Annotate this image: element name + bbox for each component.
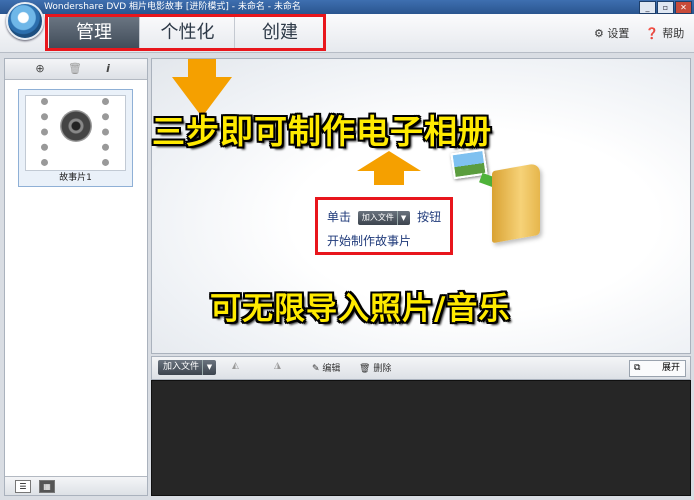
question-icon: ❓ bbox=[645, 27, 659, 40]
view-toggle-bar: ☰ ▦ bbox=[5, 476, 147, 495]
story-toolbar: ⊕ 🗑 i bbox=[5, 59, 147, 80]
folder-icon bbox=[492, 162, 540, 244]
window-title: Wondershare DVD 相片电影故事 [进阶模式] - 未命名 - 未命… bbox=[44, 2, 301, 12]
delete-button[interactable]: 🗑 删除 bbox=[359, 361, 391, 374]
expand-label: 展开 bbox=[662, 363, 681, 373]
instruction-line-2: 开始制作故事片 bbox=[327, 234, 412, 248]
instruction-line-1: 单击 加入文件 ▼ 按钮 bbox=[327, 208, 441, 225]
title-bar: Wondershare DVD 相片电影故事 [进阶模式] - 未命名 - 未命… bbox=[0, 0, 694, 14]
trash-icon: 🗑 bbox=[359, 364, 371, 374]
settings-label: 设置 bbox=[607, 27, 630, 40]
expand-icon: ⧉ bbox=[634, 363, 641, 373]
instruction-box: 单击 加入文件 ▼ 按钮 开始制作故事片 bbox=[315, 197, 453, 255]
dropdown-arrow-icon: ▼ bbox=[396, 211, 406, 225]
headline-bottom: 可无限导入照片/音乐 bbox=[210, 291, 511, 327]
maximize-button[interactable]: ▫ bbox=[657, 1, 674, 14]
settings-link[interactable]: ⚙ 设置 bbox=[594, 25, 629, 41]
arrow-up-icon bbox=[357, 151, 421, 185]
rotate-left-icon[interactable]: ◭ bbox=[232, 361, 239, 371]
window-controls: _ ▫ ✕ bbox=[639, 1, 692, 14]
instruction-prefix: 单击 bbox=[327, 210, 352, 224]
story-label: 故事片1 bbox=[59, 173, 92, 183]
help-label: 帮助 bbox=[662, 27, 685, 40]
expand-button[interactable]: ⧉ 展开 bbox=[629, 360, 686, 377]
thumbnail-view-icon[interactable]: ▦ bbox=[39, 480, 55, 493]
edit-label: 编辑 bbox=[322, 364, 341, 374]
trash-icon[interactable]: 🗑 bbox=[68, 62, 82, 76]
add-story-icon[interactable]: ⊕ bbox=[33, 62, 47, 76]
tabs-highlight-frame bbox=[45, 14, 326, 51]
inline-add-file-label: 加入文件 bbox=[361, 213, 394, 222]
film-reel-icon bbox=[60, 110, 92, 142]
add-file-dropdown-icon[interactable]: ▼ bbox=[202, 360, 216, 375]
list-view-icon[interactable]: ☰ bbox=[15, 480, 31, 493]
instruction-suffix: 按钮 bbox=[417, 210, 442, 224]
story-thumbnail bbox=[25, 95, 126, 171]
minimize-button[interactable]: _ bbox=[639, 1, 656, 14]
timeline-toolbar: 加入文件 ▼ ◭ ◮ ✎ 编辑 🗑 删除 ⧉ 展开 bbox=[151, 356, 691, 380]
gear-icon: ⚙ bbox=[594, 27, 604, 40]
delete-label: 删除 bbox=[373, 364, 392, 374]
film-strip-icon bbox=[41, 98, 109, 166]
preview-stage: 三步即可制作电子相册 单击 加入文件 ▼ 按钮 开始制作故事片 可无限导入照片/音… bbox=[151, 58, 691, 354]
rotate-right-icon[interactable]: ◮ bbox=[274, 361, 281, 371]
info-icon[interactable]: i bbox=[101, 62, 115, 76]
edit-button[interactable]: ✎ 编辑 bbox=[312, 361, 340, 374]
timeline-area[interactable] bbox=[151, 380, 691, 496]
headline-top: 三步即可制作电子相册 bbox=[152, 112, 492, 151]
close-button[interactable]: ✕ bbox=[675, 1, 692, 14]
top-bar: 管理 个性化 创建 ⚙ 设置 ❓ 帮助 bbox=[0, 2, 694, 53]
story-item[interactable]: 故事片1 bbox=[18, 89, 133, 187]
add-file-button[interactable]: 加入文件 ▼ bbox=[158, 360, 216, 375]
pencil-icon: ✎ bbox=[312, 364, 320, 374]
inline-add-file-button[interactable]: 加入文件 ▼ bbox=[357, 211, 411, 225]
story-list-panel: ⊕ 🗑 i 故事片1 ☰ ▦ bbox=[4, 58, 148, 496]
help-link[interactable]: ❓ 帮助 bbox=[645, 25, 684, 41]
app-logo-icon[interactable] bbox=[6, 2, 44, 40]
add-file-label: 加入文件 bbox=[163, 362, 200, 372]
